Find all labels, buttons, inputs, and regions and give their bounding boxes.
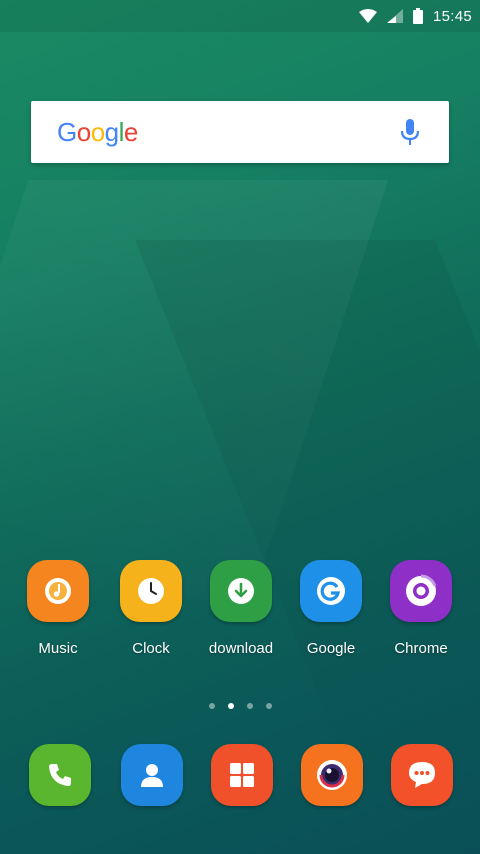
app-music[interactable]: Music	[13, 560, 103, 657]
dock-phone[interactable]	[15, 744, 105, 806]
page-dot[interactable]	[265, 703, 272, 709]
contacts-icon	[121, 744, 183, 806]
google-logo-letter: o	[90, 116, 105, 147]
microphone-icon[interactable]	[399, 117, 421, 147]
messages-icon	[391, 744, 453, 806]
phone-icon	[29, 744, 91, 806]
status-time: 15:45	[432, 7, 472, 25]
page-dot[interactable]	[208, 703, 215, 709]
page-indicator	[0, 703, 480, 709]
wifi-icon	[358, 9, 377, 23]
app-clock[interactable]: Clock	[106, 560, 196, 657]
signal-icon	[386, 9, 403, 23]
app-label: Music	[38, 640, 78, 657]
chrome-icon	[390, 560, 452, 622]
page-dot[interactable]	[246, 703, 253, 709]
app-label: Google	[306, 640, 356, 657]
dock-apps[interactable]	[197, 744, 287, 806]
google-g-icon	[300, 560, 362, 622]
app-google[interactable]: Google	[286, 560, 376, 657]
wallpaper-facet	[134, 240, 480, 760]
camera-icon	[301, 744, 363, 806]
google-search-bar[interactable]: Google	[31, 101, 449, 163]
dock-contacts[interactable]	[107, 744, 197, 806]
app-chrome[interactable]: Chrome	[376, 560, 466, 657]
download-icon	[210, 560, 272, 622]
google-logo-letter: e	[123, 116, 138, 147]
app-label: Clock	[132, 640, 170, 657]
dock-messages[interactable]	[377, 744, 467, 806]
app-label: Chrome	[394, 640, 448, 657]
wallpaper-facet	[0, 180, 389, 600]
status-bar: 15:45	[0, 0, 480, 32]
music-icon	[27, 560, 89, 622]
google-logo-letter: o	[76, 116, 91, 147]
app-label: download	[208, 640, 274, 657]
apps-grid-icon	[211, 744, 273, 806]
clock-icon	[120, 560, 182, 622]
page-dot-active[interactable]	[227, 703, 234, 709]
dock-camera[interactable]	[287, 744, 377, 806]
google-logo: Google	[57, 117, 138, 148]
battery-icon	[412, 8, 423, 24]
google-logo-letter: g	[104, 116, 119, 147]
status-icons: 15:45	[358, 0, 472, 32]
app-download[interactable]: download	[196, 560, 286, 657]
google-logo-letter: G	[57, 116, 77, 147]
